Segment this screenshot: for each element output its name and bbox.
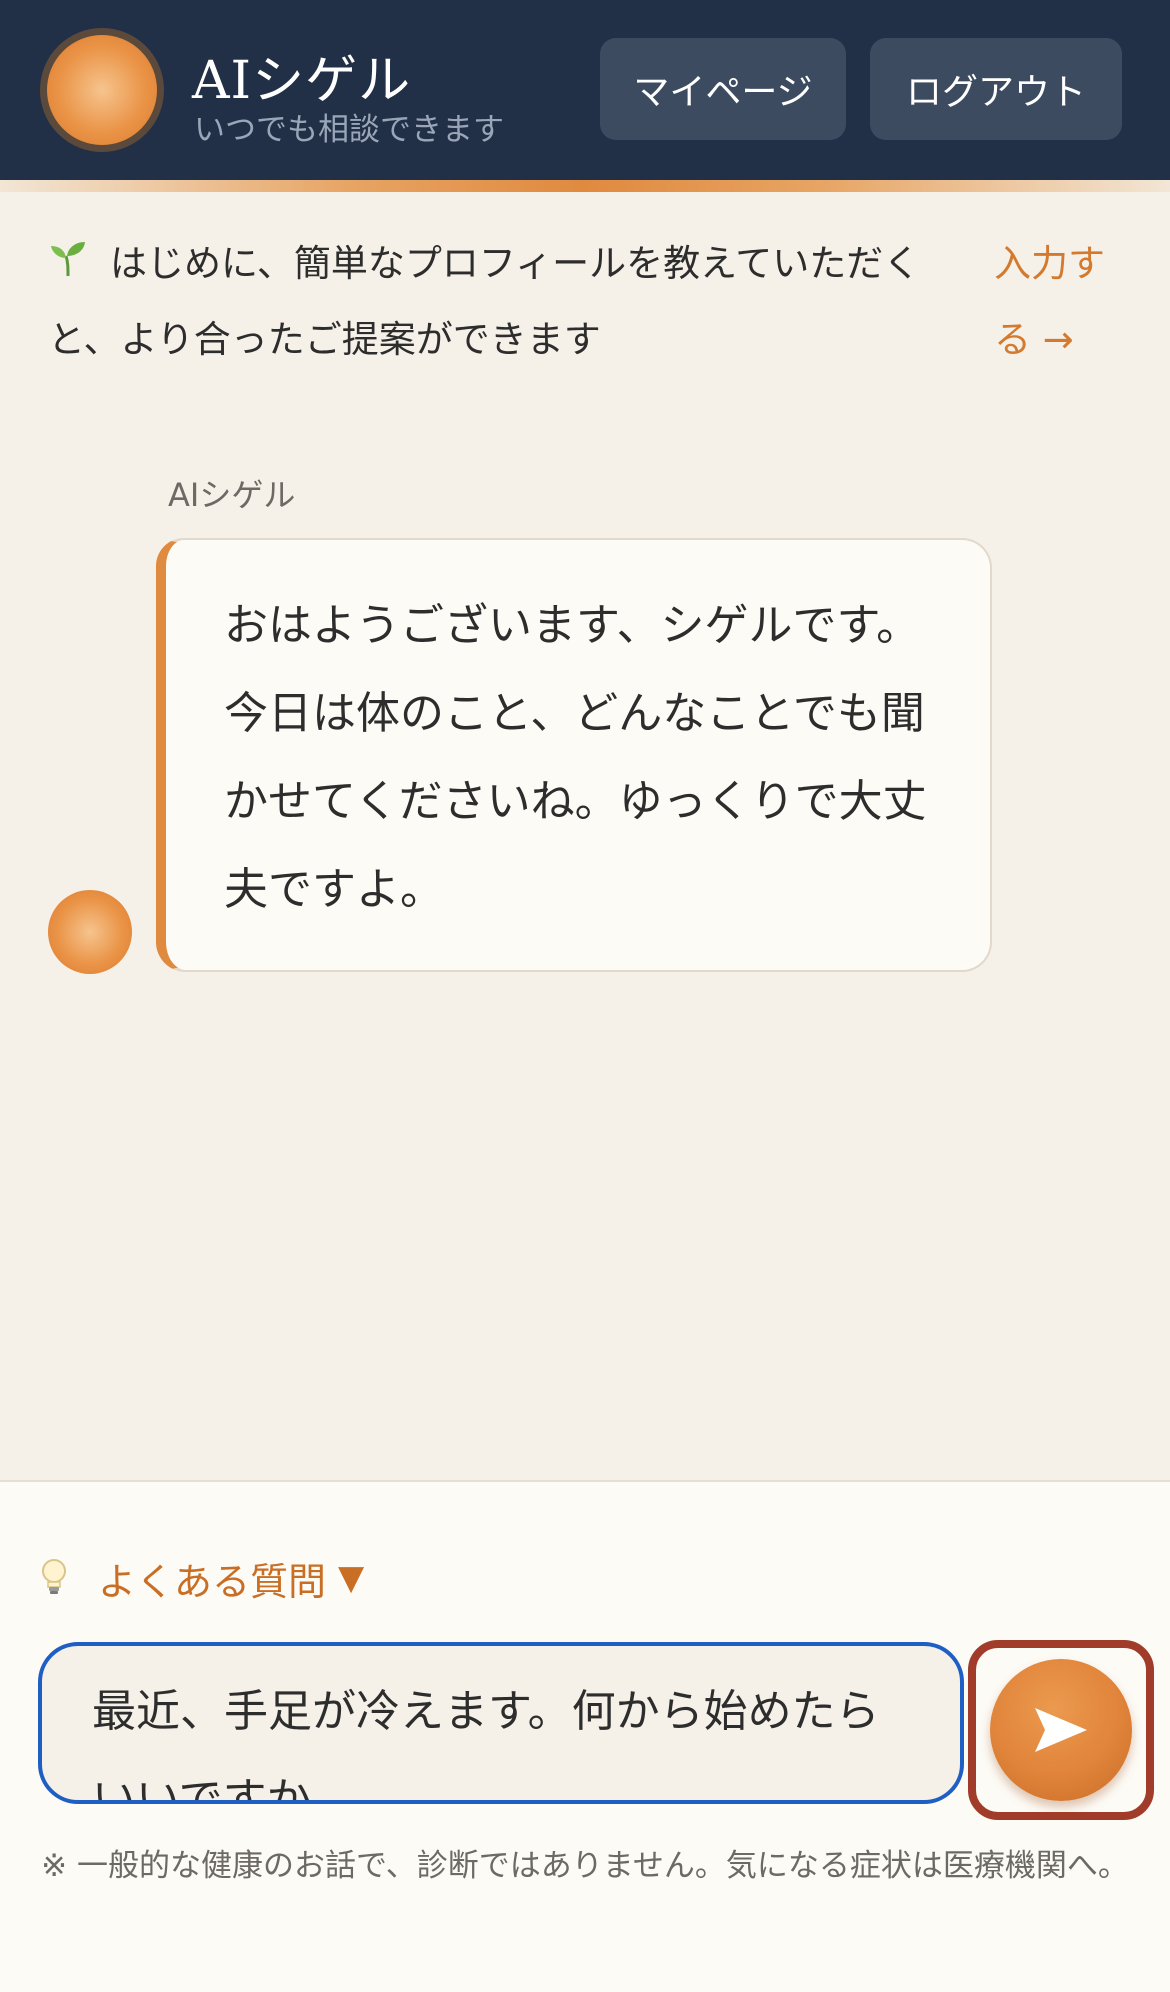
chevron-down-icon: ▼ [338,1558,365,1598]
logout-button[interactable]: ログアウト [870,38,1122,140]
app-subtitle: いつでも相談できます [194,112,504,148]
header-accent-bar [0,180,1170,192]
ai-chat-avatar [48,890,132,974]
profile-prompt-banner: はじめに、簡単なプロフィールを教えていただくと、より合ったご提案ができます 入力… [48,226,1128,366]
message-sender-name: AIシゲル [168,476,296,514]
ai-message-text: おはようございます、シゲルです。今日は体のこと、どんなことでも聞かせてくださいね… [224,600,927,915]
message-composer: よくある質問 ▼ 最近、手足が冷えます。何から始めたらいいですか ※ 一般的な健… [0,1480,1170,1992]
medical-disclaimer: ※ 一般的な健康のお話で、診断ではありません。気になる症状は医療機関へ。 [41,1848,1129,1884]
send-arrow-icon [1035,1708,1087,1752]
ai-avatar-logo [40,28,164,152]
send-button[interactable] [968,1640,1154,1820]
message-input[interactable]: 最近、手足が冷えます。何から始めたらいいですか [38,1642,964,1804]
app: AIシゲル いつでも相談できます マイページ ログアウト はじめに、簡単なプロフ… [0,0,1170,1992]
ai-message-bubble: おはようございます、シゲルです。今日は体のこと、どんなことでも聞かせてくださいね… [156,538,992,972]
faq-toggle[interactable]: よくある質問 ▼ [40,1548,364,1608]
profile-prompt-text: はじめに、簡単なプロフィールを教えていただくと、より合ったご提案ができます [48,242,921,361]
mypage-button[interactable]: マイページ [600,38,846,140]
app-header: AIシゲル いつでも相談できます マイページ ログアウト [0,0,1170,180]
send-button-circle [990,1659,1132,1801]
app-title: AIシゲル [192,51,412,111]
profile-input-link[interactable]: 入力する → [994,226,1124,378]
faq-label: よくある質問 [98,1559,327,1604]
lightbulb-icon [42,1559,66,1594]
